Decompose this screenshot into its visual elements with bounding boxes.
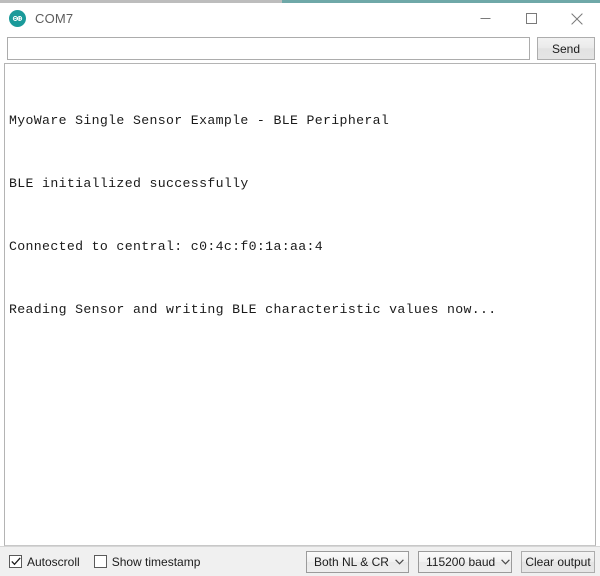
baud-rate-value: 115200 baud [426,554,496,569]
serial-output-text: MyoWare Single Sensor Example - BLE Peri… [5,64,595,362]
window-title: COM7 [35,11,74,26]
maximize-icon[interactable] [508,3,554,34]
checkbox-box-unchecked [93,555,107,568]
autoscroll-checkbox[interactable]: Autoscroll [9,555,80,569]
line-ending-dropdown[interactable]: Both NL & CR [306,550,409,573]
autoscroll-label: Autoscroll [27,554,80,569]
minimize-icon[interactable] [462,3,508,34]
console-line: MyoWare Single Sensor Example - BLE Peri… [9,113,390,128]
serial-send-input[interactable] [7,37,530,60]
console-line: BLE initiallized successfully [9,176,249,191]
line-ending-value: Both NL & CR [314,554,389,569]
bottom-toolbar: Autoscroll Show timestamp Both NL & CR 1… [0,546,600,576]
close-icon[interactable] [554,3,600,34]
baud-rate-dropdown[interactable]: 115200 baud [418,550,512,573]
send-row: Send [0,34,600,63]
window-controls [462,3,600,34]
serial-monitor-window: COM7 Send MyoWare Single Sensor Example … [0,0,600,576]
bottom-toolbar-right: Both NL & CR 115200 baud Clear output [306,550,596,573]
title-bar: COM7 [0,3,600,34]
chevron-down-icon [395,558,404,565]
serial-output-panel[interactable]: MyoWare Single Sensor Example - BLE Peri… [4,63,596,546]
console-line: Reading Sensor and writing BLE character… [9,302,497,317]
chevron-down-icon [501,558,511,565]
clear-output-button[interactable]: Clear output [521,550,595,573]
show-timestamp-checkbox[interactable]: Show timestamp [93,554,201,569]
send-button[interactable]: Send [537,37,595,60]
arduino-infinity-icon [9,10,26,27]
checkbox-box-checked [9,555,22,568]
show-timestamp-label: Show timestamp [111,554,201,569]
console-line: Connected to central: c0:4c:f0:1a:aa:4 [9,239,324,254]
